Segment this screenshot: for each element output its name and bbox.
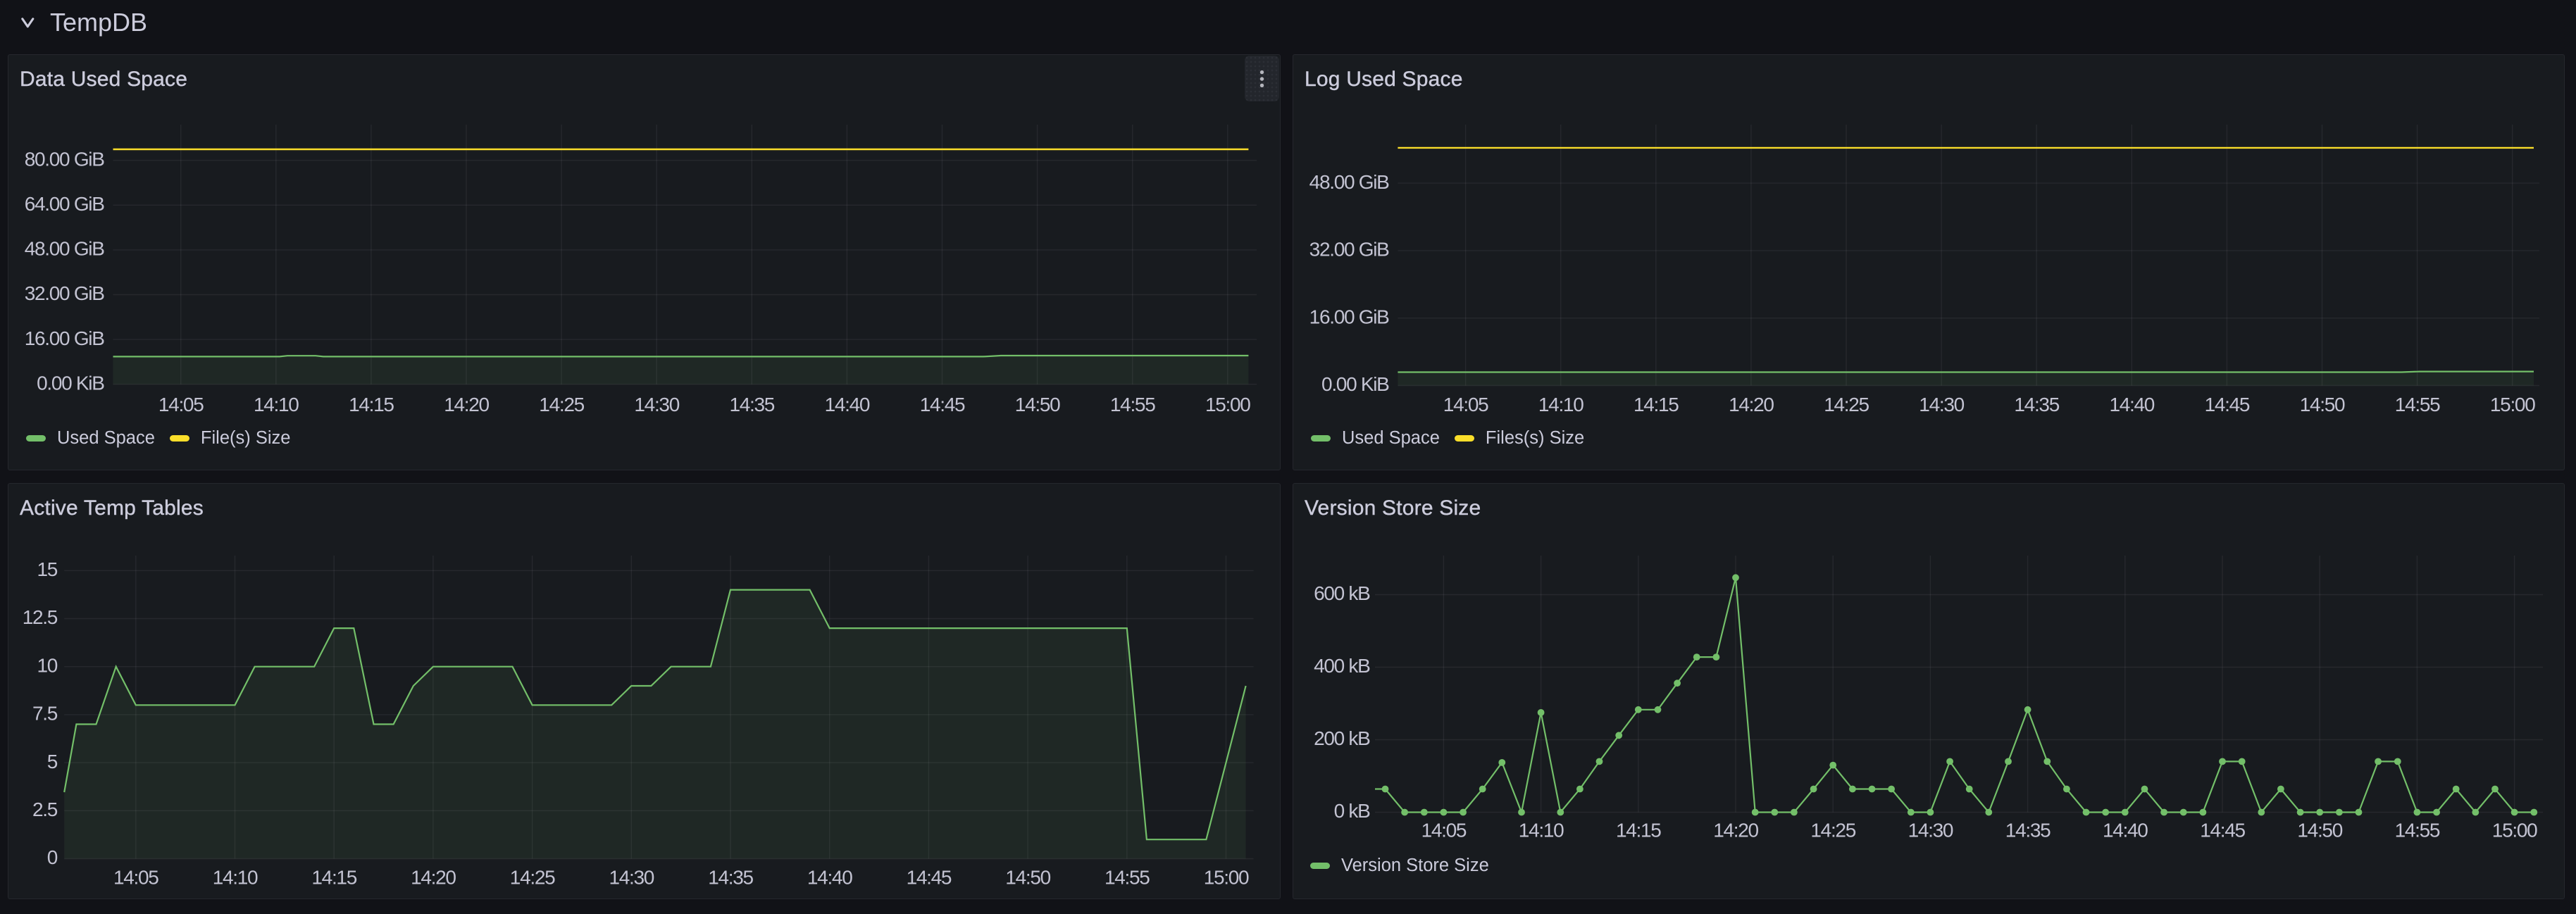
svg-text:32.00 GiB: 32.00 GiB <box>1309 239 1389 261</box>
svg-text:14:50: 14:50 <box>1015 394 1060 415</box>
svg-text:14:20: 14:20 <box>444 394 489 415</box>
svg-text:7.5: 7.5 <box>32 703 58 725</box>
svg-text:15:00: 15:00 <box>1204 867 1249 889</box>
svg-text:15:00: 15:00 <box>2490 394 2535 415</box>
svg-text:14:45: 14:45 <box>907 867 952 889</box>
svg-text:14:55: 14:55 <box>1110 394 1155 415</box>
svg-text:15:00: 15:00 <box>1205 394 1250 415</box>
svg-text:14:35: 14:35 <box>730 394 775 415</box>
svg-text:14:15: 14:15 <box>1634 394 1679 415</box>
svg-text:14:30: 14:30 <box>609 867 654 889</box>
svg-text:14:40: 14:40 <box>2110 394 2155 415</box>
svg-text:14:45: 14:45 <box>2205 394 2250 415</box>
svg-text:14:35: 14:35 <box>708 867 753 889</box>
svg-text:0.00 KiB: 0.00 KiB <box>1321 373 1389 395</box>
svg-text:15:00: 15:00 <box>2492 820 2537 841</box>
svg-text:32.00 GiB: 32.00 GiB <box>25 282 104 304</box>
svg-text:14:35: 14:35 <box>2014 394 2059 415</box>
svg-text:14:10: 14:10 <box>213 867 258 889</box>
svg-text:14:25: 14:25 <box>539 394 584 415</box>
svg-text:200 kB: 200 kB <box>1314 727 1370 749</box>
svg-text:14:50: 14:50 <box>1005 867 1050 889</box>
svg-text:14:50: 14:50 <box>2297 820 2342 841</box>
svg-text:64.00 GiB: 64.00 GiB <box>25 193 104 215</box>
svg-text:14:05: 14:05 <box>1421 820 1467 841</box>
svg-text:14:45: 14:45 <box>2200 820 2245 841</box>
svg-text:14:10: 14:10 <box>1538 394 1583 415</box>
svg-text:14:05: 14:05 <box>113 867 158 889</box>
svg-text:12.5: 12.5 <box>23 606 58 628</box>
svg-text:14:30: 14:30 <box>1908 820 1953 841</box>
svg-text:14:45: 14:45 <box>920 394 965 415</box>
svg-text:14:35: 14:35 <box>2005 820 2051 841</box>
svg-text:14:30: 14:30 <box>634 394 679 415</box>
svg-text:14:20: 14:20 <box>1713 820 1758 841</box>
svg-text:5: 5 <box>47 751 58 772</box>
svg-text:14:30: 14:30 <box>1919 394 1964 415</box>
svg-text:14:15: 14:15 <box>349 394 394 415</box>
svg-text:14:25: 14:25 <box>1824 394 1869 415</box>
svg-text:10: 10 <box>37 654 57 676</box>
svg-text:14:50: 14:50 <box>2300 394 2345 415</box>
svg-text:14:10: 14:10 <box>1519 820 1564 841</box>
svg-text:600 kB: 600 kB <box>1314 582 1370 604</box>
svg-text:2.5: 2.5 <box>32 799 58 820</box>
svg-text:48.00 GiB: 48.00 GiB <box>25 238 104 260</box>
svg-text:15: 15 <box>37 558 57 580</box>
svg-text:14:20: 14:20 <box>411 867 456 889</box>
svg-text:16.00 GiB: 16.00 GiB <box>1309 306 1389 327</box>
svg-text:14:40: 14:40 <box>825 394 870 415</box>
svg-text:14:55: 14:55 <box>1105 867 1150 889</box>
svg-text:400 kB: 400 kB <box>1314 655 1370 677</box>
svg-text:14:55: 14:55 <box>2395 820 2440 841</box>
svg-text:0: 0 <box>47 846 58 868</box>
svg-text:48.00 GiB: 48.00 GiB <box>1309 171 1389 193</box>
svg-text:14:05: 14:05 <box>158 394 204 415</box>
svg-text:0 kB: 0 kB <box>1334 800 1370 822</box>
svg-text:80.00 GiB: 80.00 GiB <box>25 148 104 170</box>
svg-text:14:15: 14:15 <box>311 867 356 889</box>
svg-text:14:55: 14:55 <box>2395 394 2440 415</box>
svg-text:0.00 KiB: 0.00 KiB <box>37 372 104 394</box>
svg-text:14:20: 14:20 <box>1729 394 1774 415</box>
svg-text:14:25: 14:25 <box>1810 820 1855 841</box>
svg-text:14:05: 14:05 <box>1443 394 1488 415</box>
svg-text:14:25: 14:25 <box>510 867 555 889</box>
svg-text:14:15: 14:15 <box>1616 820 1661 841</box>
svg-text:16.00 GiB: 16.00 GiB <box>25 327 104 349</box>
svg-text:14:40: 14:40 <box>807 867 852 889</box>
svg-text:14:40: 14:40 <box>2103 820 2148 841</box>
svg-text:14:10: 14:10 <box>254 394 299 415</box>
